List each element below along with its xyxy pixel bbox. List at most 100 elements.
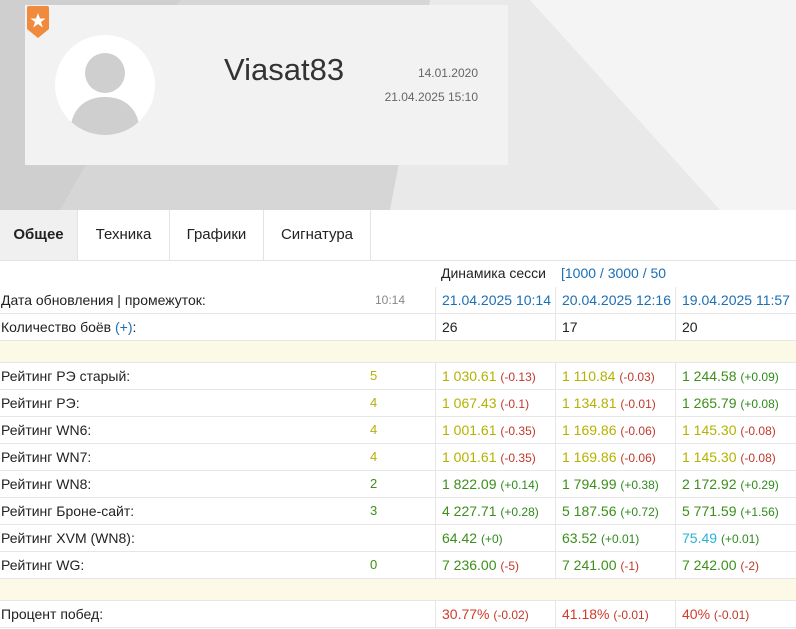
rating-value: 1 001.61 xyxy=(442,449,497,465)
rating-value: 5 771.59 xyxy=(682,503,737,519)
rating-row: Рейтинг WG: 0 7 236.00 (-5) 7 241.00 (-1) 7 … xyxy=(0,552,796,579)
rating-delta: (-0.08) xyxy=(740,451,776,465)
rating-clipped-value xyxy=(370,525,384,551)
session-date-3[interactable]: 19.04.2025 11:57 xyxy=(675,287,796,313)
rating-value: 1 265.79 xyxy=(682,395,737,411)
battles-value-1: 26 xyxy=(435,314,555,340)
tab-charts[interactable]: Графики xyxy=(170,210,264,260)
rating-row: Рейтинг WN6: 4 1 001.61 (-0.35) 1 169.86 (-… xyxy=(0,417,796,444)
rating-clipped-value: 2 xyxy=(370,476,378,491)
rating-row: Рейтинг РЭ старый: 5 1 030.61 (-0.13) 1 110… xyxy=(0,363,796,390)
rating-delta: (-5) xyxy=(500,559,520,573)
rating-value: 1 134.81 xyxy=(562,395,617,411)
rating-delta: (+0.38) xyxy=(620,478,659,492)
update-clipped-value: 10:14 xyxy=(375,293,406,307)
rating-delta: (+0.01) xyxy=(720,532,760,546)
rating-value: 1 110.84 xyxy=(562,368,616,384)
rating-cell: 64.42 (+0) xyxy=(435,525,555,551)
rating-delta: (-2) xyxy=(740,559,760,573)
session-date-2[interactable]: 20.04.2025 12:16 xyxy=(555,287,675,313)
rating-value: 64.42 xyxy=(442,530,478,546)
profile-card: Viasat83 14.01.2020 21.04.2025 15:10 xyxy=(25,5,508,165)
rating-row: Рейтинг WN8: 2 1 822.09 (+0.14) 1 794.99 (+… xyxy=(0,471,796,498)
winrate-row: Процент побед: 30.77% (-0.02) 41.18% (-0… xyxy=(0,601,796,628)
battles-add-link[interactable]: (+) xyxy=(115,319,133,335)
rating-delta: (+0.09) xyxy=(740,370,779,384)
rating-delta: (-0.06) xyxy=(620,424,656,438)
tab-signature[interactable]: Сигнатура xyxy=(264,210,371,260)
profile-banner: Viasat83 14.01.2020 21.04.2025 15:10 xyxy=(0,0,796,210)
rating-value: 7 236.00 xyxy=(442,557,497,573)
profile-tabs: Общее Техника Графики Сигнатура xyxy=(0,210,796,261)
rating-delta: (-0.35) xyxy=(500,451,536,465)
user-silhouette-icon xyxy=(70,53,140,135)
battles-label-colon: : xyxy=(132,319,137,335)
rating-value: 1 244.58 xyxy=(682,368,737,384)
rating-row: Рейтинг WN7: 4 1 001.61 (-0.35) 1 169.86 (-… xyxy=(0,444,796,471)
rating-cell: 7 242.00 (-2) xyxy=(675,552,796,578)
rating-cell: 1 145.30 (-0.08) xyxy=(675,444,796,470)
rating-cell: 1 030.61 (-0.13) xyxy=(435,363,555,389)
rating-delta: (-0.03) xyxy=(619,370,655,384)
rating-value: 7 242.00 xyxy=(682,557,737,573)
rating-delta: (-0.1) xyxy=(500,397,530,411)
winrate-label: Процент побед: xyxy=(1,606,104,622)
rating-label: Рейтинг РЭ старый: xyxy=(1,368,131,384)
rating-cell: 4 227.71 (+0.28) xyxy=(435,498,555,524)
rating-delta: (+0.28) xyxy=(500,505,539,519)
rating-delta: (+0) xyxy=(480,532,503,546)
rating-cell: 1 001.61 (-0.35) xyxy=(435,444,555,470)
rating-delta: (+0.08) xyxy=(740,397,779,411)
rating-label: Рейтинг РЭ: xyxy=(1,395,80,411)
rating-value: 1 794.99 xyxy=(562,476,617,492)
battles-label: Количество боёв (+): xyxy=(1,319,136,335)
rating-clipped-value: 4 xyxy=(370,422,378,437)
update-date-row: Дата обновления | промежуток: 10:14 21.0… xyxy=(0,287,796,314)
stats-table: Динамика сесси [1000 / 3000 / 50 Дата об… xyxy=(0,260,796,628)
rank-star-badge-icon xyxy=(27,6,49,38)
rating-cell: 1 265.79 (+0.08) xyxy=(675,390,796,416)
last-seen-datetime: 21.04.2025 15:10 xyxy=(384,90,478,104)
rating-cell: 63.52 (+0.01) xyxy=(555,525,675,551)
tab-general[interactable]: Общее xyxy=(0,210,78,260)
rating-cell: 1 067.43 (-0.1) xyxy=(435,390,555,416)
winrate-delta: (-0.02) xyxy=(493,608,529,622)
rating-cell: 5 771.59 (+1.56) xyxy=(675,498,796,524)
winrate-delta: (-0.01) xyxy=(713,608,750,622)
rating-delta: (-0.35) xyxy=(500,424,536,438)
rating-clipped-value: 0 xyxy=(370,557,378,572)
rating-value: 1 145.30 xyxy=(682,449,737,465)
rating-delta: (+0.01) xyxy=(600,532,640,546)
dynamics-header-row: Динамика сесси [1000 / 3000 / 50 xyxy=(0,260,796,287)
rating-value: 5 187.56 xyxy=(562,503,617,519)
rating-cell: 75.49 (+0.01) xyxy=(675,525,796,551)
rating-delta: (-0.08) xyxy=(740,424,776,438)
rating-delta: (+0.14) xyxy=(500,478,539,492)
rating-cell: 1 169.86 (-0.06) xyxy=(555,417,675,443)
rating-delta: (-0.01) xyxy=(620,397,656,411)
username: Viasat83 xyxy=(224,52,345,87)
rating-label: Рейтинг WN7: xyxy=(1,449,92,465)
rating-cell: 1 244.58 (+0.09) xyxy=(675,363,796,389)
rating-value: 1 145.30 xyxy=(682,422,737,438)
dynamics-label: Динамика сесси xyxy=(441,265,546,281)
session-date-1[interactable]: 21.04.2025 10:14 xyxy=(435,287,555,313)
rating-cell: 1 134.81 (-0.01) xyxy=(555,390,675,416)
rating-clipped-value: 3 xyxy=(370,503,378,518)
registration-date: 14.01.2020 xyxy=(417,66,478,80)
rating-cell: 7 241.00 (-1) xyxy=(555,552,675,578)
rating-delta: (+0.72) xyxy=(620,505,659,519)
rating-value: 1 169.86 xyxy=(562,449,617,465)
update-date-label: Дата обновления | промежуток: xyxy=(1,292,206,308)
avatar xyxy=(55,35,155,135)
rating-delta: (+0.29) xyxy=(740,478,779,492)
winrate-value: 40% xyxy=(682,606,711,622)
dynamics-range-link[interactable]: [1000 / 3000 / 50 xyxy=(561,265,678,281)
winrate-delta: (-0.01) xyxy=(613,608,649,622)
rating-cell: 2 172.92 (+0.29) xyxy=(675,471,796,497)
tab-vehicles[interactable]: Техника xyxy=(78,210,170,260)
rating-label: Рейтинг WN6: xyxy=(1,422,92,438)
rating-clipped-value: 4 xyxy=(370,449,378,464)
rating-cell: 1 110.84 (-0.03) xyxy=(555,363,675,389)
section-spacer xyxy=(0,341,796,363)
